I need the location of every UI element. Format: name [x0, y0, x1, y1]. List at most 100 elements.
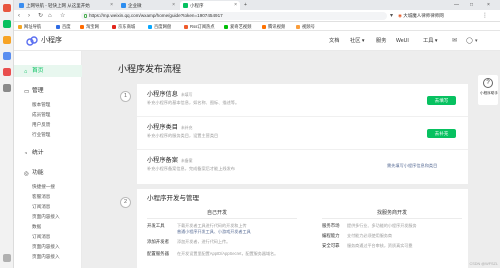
chevron-down-icon[interactable]: ▾	[475, 37, 478, 45]
back-icon[interactable]: ‹	[18, 12, 20, 20]
site-header: 小程序 文档 社区 ▾ 服务 WeUI 工具 ▾ ✉ ◯ ▾	[14, 31, 500, 51]
chevron-down-icon: ▾	[361, 38, 365, 44]
sidebar-item-quick-search[interactable]: 快捷搜一搜	[32, 183, 55, 190]
sidebar-item-stats[interactable]: ◔ 统计	[24, 149, 44, 157]
star-icon[interactable]: ☆	[60, 12, 65, 20]
window-close-icon[interactable]: ×	[487, 0, 490, 10]
bookmark-label: 百度网盘	[154, 24, 172, 29]
bookmark-item[interactable]: 腾讯视频	[262, 23, 285, 30]
list-item: 小程序类目 未补充 补充小程序的服务类目，设置主营类目 去补充	[137, 117, 468, 150]
app-icon-grid[interactable]	[3, 84, 11, 92]
bookmark-label: 视频号	[302, 24, 315, 29]
browser-tab-3[interactable]: 小程序 ×	[180, 1, 240, 10]
list-item: 小程序信息 未填写 补充小程序的基本信息，如名称、图标、描述等。 去填写	[137, 84, 468, 117]
forward-icon[interactable]: ›	[28, 12, 30, 20]
tab-label: 小程序	[190, 3, 204, 8]
row-text: 支付能力必须使用服务商	[347, 233, 393, 238]
bookmark-label: 网址导航	[24, 24, 42, 29]
sidebar-item-features[interactable]: ◎ 功能	[24, 169, 44, 177]
nav-services[interactable]: 服务	[376, 37, 386, 45]
app-icon-mail[interactable]	[3, 4, 11, 12]
toolbar-search-text: 大城魔人律师律师网	[403, 13, 444, 18]
wecom-favicon-icon	[121, 3, 126, 8]
dev-tools-link[interactable]: 普通小程序开发工具、小游戏开发者工具	[177, 229, 251, 235]
sidebar-item-version[interactable]: 版本管理	[32, 101, 50, 108]
dropdown-icon[interactable]: ▾	[390, 12, 393, 20]
browser-tab-1[interactable]: 上网导航 - 轻快上网 从这里开始 ×	[16, 1, 116, 10]
row-text: 在开发设置里配置AppID/AppSecret，配置服务器域名。	[177, 251, 279, 256]
fill-info-button[interactable]: 去填写	[427, 96, 456, 105]
app-icon-docs[interactable]	[3, 52, 11, 60]
browser-tab-2[interactable]: 企业微 ×	[118, 1, 178, 10]
nav-docs[interactable]: 文档	[329, 37, 339, 45]
sidebar-item-content-2[interactable]: 页面内容接入	[32, 243, 60, 250]
app-icon-settings[interactable]	[3, 254, 11, 262]
row-text: 服务商通过平台审核，资质真实可靠	[347, 243, 413, 248]
sidebar-item-content-3[interactable]: 页面内容接入	[32, 253, 60, 260]
nav-favicon-icon	[19, 3, 24, 8]
minimize-icon[interactable]: —	[454, 0, 459, 10]
sidebar-item-industry[interactable]: 行业管理	[32, 131, 50, 138]
bookmark-item[interactable]: 京东商城	[112, 23, 135, 30]
toolbar-search[interactable]: ◉ 大城魔人律师律师网	[398, 12, 478, 20]
tab-strip: 上网导航 - 轻快上网 从这里开始 × 企业微 × 小程序 × + — □ ×	[14, 0, 500, 10]
app-icon-store[interactable]	[3, 36, 11, 44]
filing-note: 需先填写小程序信息和类目	[387, 163, 438, 168]
app-icon-chat[interactable]	[3, 20, 11, 28]
bookmark-item[interactable]: 百度网盘	[148, 23, 171, 30]
nav-tools[interactable]: 工具 ▾	[423, 37, 437, 45]
app-icon-video[interactable]	[3, 68, 11, 76]
nav-weui[interactable]: WeUI	[396, 37, 409, 45]
close-icon[interactable]: ×	[110, 1, 113, 10]
helper-label: 小程序助手	[480, 91, 498, 95]
sidebar-item-manage[interactable]: ▭ 管理	[24, 87, 44, 95]
bookmark-icon	[262, 24, 266, 29]
sidebar-item-feedback[interactable]: 用户反馈	[32, 121, 50, 128]
dev-manage-card: 小程序开发与管理 自己开发 找服务商开发 开发工具 下载开发者工具进行代码的开发…	[137, 189, 468, 268]
extensions-icon[interactable]: ⋮	[482, 12, 488, 20]
nav-community-label: 社区	[350, 38, 361, 44]
step-number: 1	[120, 91, 131, 102]
sidebar-item-subscribe-2[interactable]: 订阅消息	[32, 233, 50, 240]
bookmark-item[interactable]: 视频号	[296, 23, 315, 30]
brand-name[interactable]: 小程序	[41, 36, 62, 46]
bookmark-label: 腾讯视频	[268, 24, 286, 29]
watermark: CSDN @WFSZL	[469, 262, 498, 266]
sidebar-item-label: 功能	[32, 170, 44, 176]
row-label: 服务市场	[322, 223, 340, 228]
url-input[interactable]: https://mp.weixin.qq.com/wxamp/home/guid…	[81, 12, 387, 20]
close-icon[interactable]: ×	[172, 1, 175, 10]
mail-icon[interactable]: ✉	[452, 37, 457, 45]
helper-button[interactable]: ? 小程序助手	[478, 75, 498, 105]
sidebar-item-customer-service[interactable]: 客服消息	[32, 193, 50, 200]
home-icon[interactable]: ⌂	[48, 12, 52, 20]
sidebar-item-subscribe[interactable]: 订阅消息	[32, 203, 50, 210]
sidebar-item-label: 管理	[32, 88, 44, 94]
status-badge: 未补充	[181, 126, 193, 130]
maximize-icon[interactable]: □	[470, 0, 473, 10]
add-category-button[interactable]: 去补充	[427, 129, 456, 138]
sidebar-item-members[interactable]: 成员管理	[32, 111, 50, 118]
refresh-icon[interactable]: ↻	[38, 12, 43, 20]
bookmark-item[interactable]: 淘宝网	[80, 23, 99, 30]
bookmark-icon	[224, 24, 228, 29]
page-title: 小程序发布流程	[118, 64, 182, 74]
sidebar-item-content[interactable]: 页面内容接入	[32, 213, 60, 220]
bookmark-item[interactable]: 网址导航	[18, 23, 41, 30]
sidebar-item-data[interactable]: 数据	[32, 223, 41, 230]
close-icon[interactable]: ×	[234, 1, 237, 10]
list-item: 小程序备案 未备案 补充小程序备案信息，完成备案后才能上线发布 需先填写小程序信…	[137, 150, 468, 184]
status-badge: 未填写	[181, 93, 193, 97]
nav-community[interactable]: 社区 ▾	[350, 37, 364, 45]
bookmark-item[interactable]: 爱奇艺视频	[224, 23, 251, 30]
avatar[interactable]: ◯	[466, 37, 473, 45]
step-desc: 补充小程序的服务类目，设置主营类目	[147, 133, 219, 138]
step-number: 2	[120, 197, 131, 208]
app-rail	[0, 0, 14, 268]
new-tab-icon[interactable]: +	[244, 0, 247, 10]
bookmark-item[interactable]: 百度	[56, 23, 71, 30]
miniprogram-favicon-icon	[183, 3, 188, 8]
bookmark-item[interactable]: Rss订阅热点	[184, 23, 215, 30]
miniprogram-logo-icon[interactable]	[26, 35, 38, 47]
sidebar-item-home[interactable]: ⌂ 首页	[24, 67, 44, 75]
